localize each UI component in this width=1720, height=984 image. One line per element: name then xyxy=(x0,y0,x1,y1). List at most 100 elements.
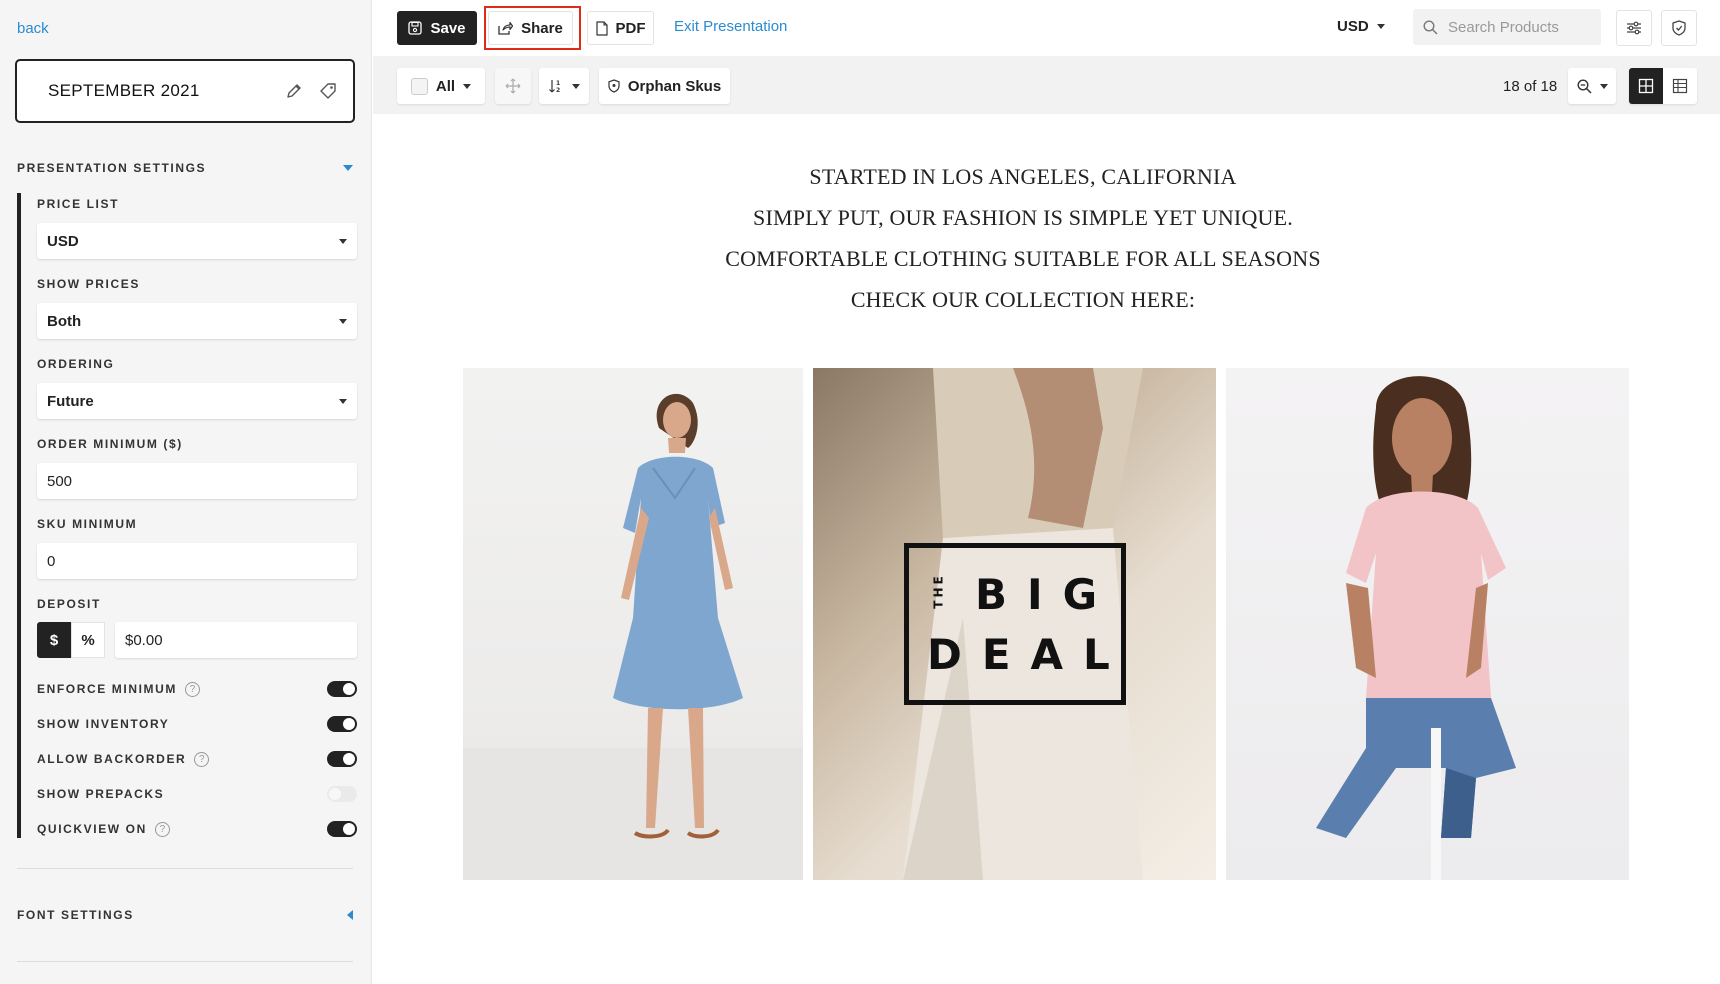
deposit-row: $ % $0.00 xyxy=(37,622,357,658)
expand-arrow-icon[interactable] xyxy=(347,910,353,920)
chevron-down-icon xyxy=(463,83,472,89)
save-icon xyxy=(408,21,423,35)
pdf-button[interactable]: PDF xyxy=(587,11,654,45)
help-icon[interactable]: ? xyxy=(194,751,210,767)
sliders-icon xyxy=(1627,21,1641,35)
list-view-button[interactable] xyxy=(1663,68,1697,104)
save-button[interactable]: Save xyxy=(397,11,477,45)
price-list-value: USD xyxy=(47,232,79,250)
show-prices-label: SHOW PRICES xyxy=(37,277,140,291)
sort-dropdown[interactable]: 12 xyxy=(539,68,589,104)
filter-settings-button[interactable] xyxy=(1616,10,1652,46)
show-inventory-row: SHOW INVENTORY xyxy=(37,715,357,733)
select-all-dropdown[interactable]: All xyxy=(397,68,485,104)
back-link[interactable]: back xyxy=(17,20,49,37)
shield-icon xyxy=(608,79,620,93)
quickview-label: QUICKVIEW ON xyxy=(37,822,147,836)
quickview-row: QUICKVIEW ON ? xyxy=(37,820,357,838)
svg-text:2: 2 xyxy=(556,87,560,94)
view-toggle xyxy=(1629,68,1697,104)
price-list-label: PRICE LIST xyxy=(37,197,120,211)
sku-minimum-input[interactable]: 0 xyxy=(37,543,357,579)
product-count: 18 of 18 xyxy=(1503,78,1558,95)
presentation-settings-label: PRESENTATION SETTINGS xyxy=(17,161,207,175)
banner-big-text: BIG xyxy=(975,570,1118,619)
pdf-label: PDF xyxy=(615,19,646,37)
product-toolbar: All 12 Orphan Skus 18 of 18 xyxy=(373,56,1720,114)
help-icon[interactable]: ? xyxy=(185,681,200,697)
enforce-minimum-toggle[interactable] xyxy=(327,681,357,697)
show-prepacks-label: SHOW PREPACKS xyxy=(37,787,165,801)
banner-the-text: THE xyxy=(931,573,946,609)
search-icon xyxy=(1423,19,1438,35)
zoom-dropdown[interactable] xyxy=(1568,68,1616,104)
allow-backorder-toggle[interactable] xyxy=(327,751,357,767)
security-button[interactable] xyxy=(1661,10,1697,46)
top-bar: Save Share PDF Exit Presentation USD Sea… xyxy=(373,0,1720,56)
product-image-blue-dress[interactable] xyxy=(463,368,803,880)
tag-icon[interactable] xyxy=(317,80,339,102)
promo-banner-big-deal[interactable]: THE BIG DEAL xyxy=(813,368,1216,880)
deposit-dollar-button[interactable]: $ xyxy=(37,622,71,658)
zoom-out-icon xyxy=(1576,78,1592,94)
show-inventory-label: SHOW INVENTORY xyxy=(37,717,170,731)
order-minimum-input[interactable]: 500 xyxy=(37,463,357,499)
share-icon xyxy=(498,21,514,35)
grid-view-button[interactable] xyxy=(1629,68,1663,104)
product-image-pink-top[interactable] xyxy=(1226,368,1629,880)
chevron-down-icon xyxy=(339,318,347,324)
intro-text-block[interactable]: STARTED IN LOS ANGELES, CALIFORNIA SIMPL… xyxy=(373,156,1673,320)
share-button[interactable]: Share xyxy=(488,11,573,45)
show-inventory-toggle[interactable] xyxy=(327,716,357,732)
orphan-skus-button[interactable]: Orphan Skus xyxy=(599,68,730,104)
quickview-toggle[interactable] xyxy=(327,821,357,837)
order-minimum-label: ORDER MINIMUM ($) xyxy=(37,437,183,451)
orphan-skus-label: Orphan Skus xyxy=(627,77,722,95)
big-deal-logo: THE BIG DEAL xyxy=(904,543,1126,705)
sort-icon: 12 xyxy=(549,80,560,94)
chevron-down-icon xyxy=(1599,83,1608,89)
pink-top-illustration xyxy=(1316,376,1516,880)
chevron-down-icon xyxy=(339,238,347,244)
table-icon xyxy=(1672,78,1688,94)
save-label: Save xyxy=(430,19,466,37)
currency-select[interactable]: USD xyxy=(1337,18,1385,35)
presentation-canvas: STARTED IN LOS ANGELES, CALIFORNIA SIMPL… xyxy=(373,114,1720,984)
sku-minimum-label: SKU MINIMUM xyxy=(37,517,138,531)
help-icon[interactable]: ? xyxy=(154,821,170,837)
presentation-title: SEPTEMBER 2021 xyxy=(48,81,200,100)
show-prices-select[interactable]: Both xyxy=(37,303,357,339)
collapse-arrow-icon[interactable] xyxy=(343,165,353,171)
edit-icon[interactable] xyxy=(283,80,305,102)
presentation-settings-header[interactable]: PRESENTATION SETTINGS xyxy=(17,161,353,175)
share-label: Share xyxy=(521,19,563,37)
move-button[interactable] xyxy=(495,68,531,104)
deposit-percent-button[interactable]: % xyxy=(71,622,105,658)
intro-line: STARTED IN LOS ANGELES, CALIFORNIA xyxy=(809,164,1237,189)
document-icon xyxy=(595,20,608,36)
ordering-select[interactable]: Future xyxy=(37,383,357,419)
show-prepacks-toggle[interactable] xyxy=(327,786,357,802)
divider xyxy=(17,961,353,962)
search-input[interactable]: Search Products xyxy=(1448,19,1559,36)
enforce-minimum-row: ENFORCE MINIMUM ? xyxy=(37,680,357,698)
exit-presentation-link[interactable]: Exit Presentation xyxy=(674,18,787,35)
ordering-label: ORDERING xyxy=(37,357,115,371)
deposit-input[interactable]: $0.00 xyxy=(115,622,357,658)
presentation-settings-panel: PRICE LIST USD SHOW PRICES Both ORDERING… xyxy=(17,193,357,838)
allow-backorder-row: ALLOW BACKORDER ? xyxy=(37,750,357,768)
ordering-value: Future xyxy=(47,392,94,410)
show-prices-value: Both xyxy=(47,312,82,330)
settings-sidebar: back SEPTEMBER 2021 PRESENTATION SETTING… xyxy=(0,0,372,984)
chevron-down-icon xyxy=(1376,24,1385,29)
price-list-select[interactable]: USD xyxy=(37,223,357,259)
allow-backorder-label: ALLOW BACKORDER xyxy=(37,752,187,766)
select-all-checkbox[interactable] xyxy=(410,77,428,95)
presentation-name-box: SEPTEMBER 2021 xyxy=(15,59,355,123)
intro-line: CHECK OUR COLLECTION HERE: xyxy=(850,287,1196,312)
banner-deal-text: DEAL xyxy=(927,630,1130,679)
shield-icon xyxy=(1672,20,1686,36)
currency-value: USD xyxy=(1337,18,1369,35)
search-box[interactable]: Search Products xyxy=(1413,9,1601,45)
font-settings-header[interactable]: FONT SETTINGS xyxy=(17,908,353,922)
